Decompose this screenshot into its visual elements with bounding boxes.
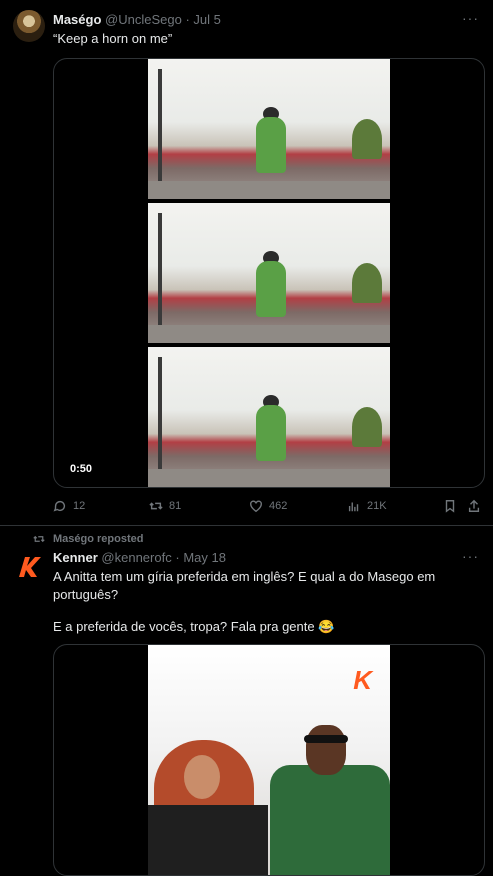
like-button[interactable]: 462 (249, 499, 287, 513)
video-player[interactable]: K (53, 644, 485, 876)
separator-dot: · (185, 12, 190, 27)
tweet-text-line: E a preferida de vocês, tropa? Fala pra … (53, 619, 335, 634)
tweet-text-line: português? (53, 587, 119, 602)
author-name[interactable]: Kenner (53, 550, 98, 565)
bookmark-icon (445, 500, 455, 513)
bookmark-button[interactable] (443, 499, 457, 513)
video-duration: 0:50 (70, 463, 93, 475)
like-count: 462 (269, 500, 288, 512)
kenner-logo-icon (19, 557, 41, 577)
video-player[interactable]: 0:50 (53, 58, 485, 488)
share-button[interactable] (467, 499, 481, 513)
heart-icon (250, 500, 262, 513)
kenner-watermark: K (353, 665, 372, 695)
video-frame: K (148, 645, 390, 875)
tweet-actions: 12 81 462 21K (53, 499, 483, 517)
video-frame (148, 203, 390, 343)
more-options-icon[interactable]: ··· (462, 548, 479, 564)
views-count: 21K (367, 500, 387, 512)
tweet-text: “Keep a horn on me” (53, 31, 173, 46)
share-icon (468, 499, 480, 512)
author-name[interactable]: Maségo (53, 12, 101, 27)
repost-icon (149, 502, 163, 510)
reply-count: 12 (73, 500, 86, 512)
tweet-date[interactable]: May 18 (183, 550, 226, 565)
tweet-header: Kenner @kennerofc · May 18 (53, 550, 226, 565)
views-icon (348, 502, 359, 512)
repost-count: 81 (169, 500, 182, 512)
tweet-header: Maségo @UncleSego · Jul 5 (53, 12, 221, 27)
avatar-kenner[interactable] (13, 551, 45, 583)
tweet-date[interactable]: Jul 5 (193, 12, 220, 27)
separator-dot: · (175, 550, 180, 565)
author-handle[interactable]: @UncleSego (105, 12, 182, 27)
reply-icon (53, 500, 66, 512)
reply-button[interactable]: 12 (53, 499, 85, 513)
video-frame (148, 347, 390, 487)
video-frame (148, 59, 390, 199)
tweet-text-line: A Anitta tem um gíria preferida em inglê… (53, 569, 436, 584)
author-handle[interactable]: @kennerofc (101, 550, 171, 565)
views-button[interactable]: 21K (347, 499, 387, 513)
repost-button[interactable]: 81 (149, 499, 181, 513)
more-options-icon[interactable]: ··· (462, 10, 479, 26)
avatar-masego[interactable] (13, 10, 45, 42)
